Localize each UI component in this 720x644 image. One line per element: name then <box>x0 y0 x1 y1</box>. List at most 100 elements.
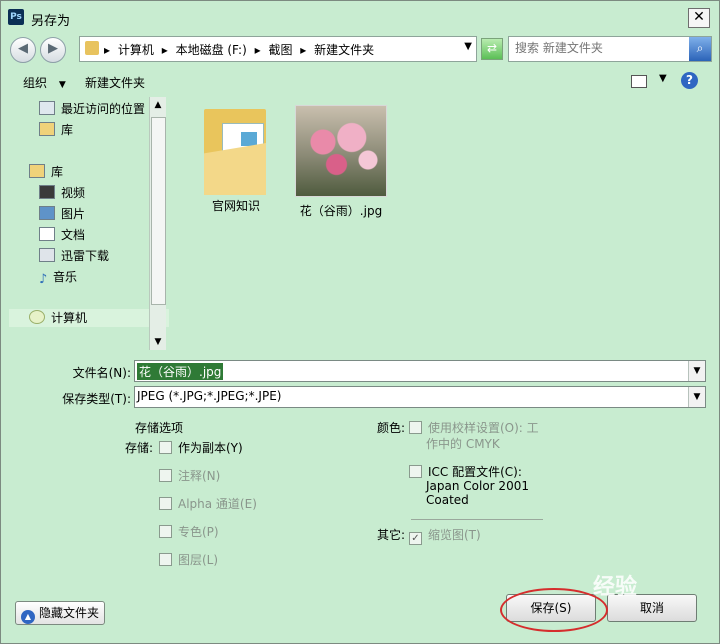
save-options-title: 存储选项 <box>135 421 184 435</box>
chevron-up-icon: ▲ <box>21 610 35 624</box>
icc-profile-label: ICC 配置文件(C): <box>428 465 522 479</box>
save-label: 存储: <box>125 441 154 455</box>
chevron-down-icon[interactable]: ▼ <box>688 387 705 407</box>
checkbox[interactable] <box>159 553 172 566</box>
filename-input[interactable]: 花（谷雨）.jpg <box>137 363 224 380</box>
filename-combobox[interactable]: 花（谷雨）.jpg ▼ <box>134 360 706 382</box>
dialog-title: 另存为 <box>31 14 71 29</box>
chevron-down-icon[interactable]: ▼ <box>688 361 705 381</box>
refresh-icon: ⇄ <box>486 41 498 55</box>
sidebar-item-computer[interactable]: 计算机 <box>9 309 169 327</box>
breadcrumb-separator-icon: ▸ <box>300 43 307 57</box>
breadcrumb-screenshots[interactable]: 截图 <box>268 43 292 57</box>
layers-label: 图层(L) <box>178 553 219 567</box>
sidebar-item-libraries[interactable]: 库 <box>29 163 63 181</box>
layers-checkbox[interactable]: 图层(L) <box>159 551 218 568</box>
breadcrumb: ▸ 计算机 ▸ 本地磁盘 (F:) ▸ 截图 ▸ 新建文件夹 <box>104 41 378 58</box>
checkbox[interactable] <box>159 525 172 538</box>
navigation-scrollbar[interactable]: ▲ ▼ <box>149 97 166 350</box>
proof-setup-label-line2: 作中的 CMYK <box>426 437 500 451</box>
search-icon[interactable]: ⌕ <box>689 37 711 61</box>
search-box: ⌕ <box>508 36 712 62</box>
title-bar: Ps 另存为 ✕ <box>1 1 719 33</box>
alpha-label: Alpha 通道(E) <box>178 497 257 511</box>
watermark: 经验 <box>593 575 638 600</box>
checkbox[interactable] <box>409 465 422 478</box>
help-icon[interactable]: ? <box>681 72 698 89</box>
breadcrumb-new-folder[interactable]: 新建文件夹 <box>314 43 374 57</box>
organize-label: 组织 <box>23 76 48 90</box>
breadcrumb-separator-icon: ▸ <box>104 43 111 57</box>
thumbnail-checkbox[interactable]: ✓ 缩览图(T) <box>409 526 481 545</box>
sidebar-item-documents[interactable]: 文档 <box>39 226 85 244</box>
icc-profile-name: Japan Color 2001 <box>426 479 529 493</box>
as-copy-checkbox[interactable]: 作为副本(Y) <box>159 439 243 456</box>
sidebar-item-music[interactable]: ♪ 音乐 <box>39 268 77 287</box>
sidebar-item-videos[interactable]: 视频 <box>39 184 85 202</box>
use-proof-setup-checkbox[interactable]: 使用校样设置(O): 工 <box>409 419 539 436</box>
image-thumbnail <box>295 105 387 197</box>
as-copy-label: 作为副本(Y) <box>178 441 243 455</box>
chevron-down-icon: ▼ <box>58 80 66 90</box>
sidebar-item-label: 视频 <box>61 186 86 200</box>
change-view-icon[interactable] <box>631 75 647 88</box>
sidebar-item-label: 迅雷下载 <box>61 249 110 263</box>
hide-folders-button[interactable]: ▲ 隐藏文件夹 <box>15 601 105 625</box>
computer-icon <box>29 310 45 324</box>
close-icon: ✕ <box>693 9 705 25</box>
new-folder-button[interactable]: 新建文件夹 <box>85 74 145 91</box>
address-bar[interactable]: ▸ 计算机 ▸ 本地磁盘 (F:) ▸ 截图 ▸ 新建文件夹 ▼ <box>79 36 477 62</box>
sidebar-item-library-fav[interactable]: 库 <box>39 121 73 139</box>
annotations-checkbox[interactable]: 注释(N) <box>159 467 220 484</box>
scroll-up-icon[interactable]: ▲ <box>150 97 166 113</box>
alpha-channels-checkbox[interactable]: Alpha 通道(E) <box>159 495 257 512</box>
sidebar-item-thunder-downloads[interactable]: 迅雷下载 <box>39 247 109 265</box>
checkbox[interactable] <box>409 421 422 434</box>
recent-places-icon <box>39 101 55 115</box>
chevron-down-icon[interactable]: ▼ <box>659 73 667 84</box>
toolbar: 组织 ▼ 新建文件夹 ▼ ? <box>1 67 719 95</box>
forward-arrow-icon: ▶ <box>48 41 58 56</box>
file-item-image[interactable]: 花（谷雨）.jpg <box>286 105 396 219</box>
video-icon <box>39 185 55 199</box>
file-item-folder[interactable]: 官网知识 <box>181 103 291 214</box>
annotations-label: 注释(N) <box>178 469 221 483</box>
folder-icon <box>202 103 270 195</box>
file-name: 官网知识 <box>211 199 260 213</box>
spot-colors-checkbox[interactable]: 专色(P) <box>159 523 219 540</box>
scroll-down-icon[interactable]: ▼ <box>150 334 166 350</box>
breadcrumb-computer[interactable]: 计算机 <box>118 43 154 57</box>
close-button[interactable]: ✕ <box>688 8 710 28</box>
pictures-icon <box>39 206 55 220</box>
icc-profile-checkbox[interactable]: ICC 配置文件(C): <box>409 463 522 480</box>
filetype-select[interactable]: JPEG (*.JPG;*.JPEG;*.JPE) ▼ <box>134 386 706 408</box>
sidebar-item-pictures[interactable]: 图片 <box>39 205 85 223</box>
options-divider <box>411 519 543 520</box>
back-button[interactable]: ◀ <box>10 37 36 63</box>
checkbox-checked[interactable]: ✓ <box>409 532 422 545</box>
forward-button[interactable]: ▶ <box>40 37 66 63</box>
documents-icon <box>39 227 55 241</box>
scrollbar-thumb[interactable] <box>151 117 166 305</box>
thumbnail-label: 缩览图(T) <box>428 528 481 542</box>
sidebar-item-recent-places[interactable]: 最近访问的位置 <box>39 100 145 118</box>
chevron-down-icon[interactable]: ▼ <box>464 41 472 52</box>
checkbox[interactable] <box>159 469 172 482</box>
back-arrow-icon: ◀ <box>18 41 28 56</box>
breadcrumb-drive[interactable]: 本地磁盘 (F:) <box>176 43 247 57</box>
highlight-annotation-circle <box>500 588 608 632</box>
search-input[interactable] <box>513 40 689 56</box>
library-icon <box>39 122 55 136</box>
organize-menu[interactable]: 组织 ▼ <box>23 74 66 91</box>
checkbox[interactable] <box>159 497 172 510</box>
music-icon: ♪ <box>39 272 48 287</box>
library-icon <box>29 164 45 178</box>
refresh-button[interactable]: ⇄ <box>481 38 503 60</box>
breadcrumb-separator-icon: ▸ <box>161 43 168 57</box>
sidebar-item-label: 库 <box>61 123 74 137</box>
checkbox[interactable] <box>159 441 172 454</box>
sidebar-item-label: 计算机 <box>51 311 88 325</box>
filename-label: 文件名(N): <box>72 366 131 380</box>
sidebar-item-label: 库 <box>51 165 64 179</box>
hide-folders-label: 隐藏文件夹 <box>39 606 100 620</box>
